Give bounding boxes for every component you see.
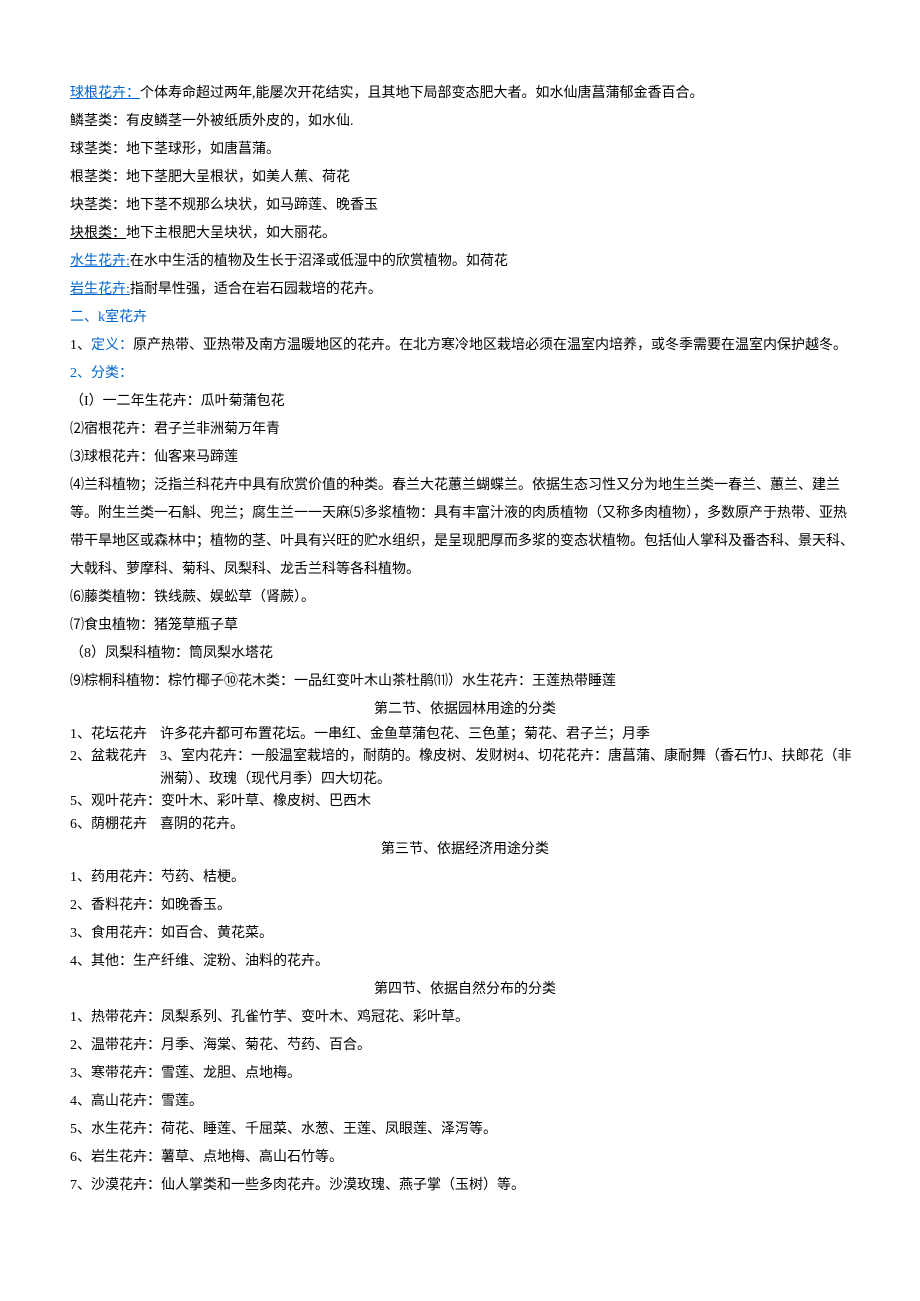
blue-text: 定义： (91, 338, 133, 353)
para: 块茎类：地下茎不规那么块状，如马蹄莲、晚香玉 (70, 192, 860, 220)
para: 3、寒带花卉：雪莲、龙胆、点地梅。 (70, 1060, 860, 1088)
para: ⑵宿根花卉：君子兰非洲菊万年青 (70, 416, 860, 444)
para: 鳞茎类：有皮鳞茎一外被纸质外皮的，如水仙. (70, 108, 860, 136)
link-aquatic[interactable]: 水生花卉: (70, 254, 130, 269)
para: 3、食用花卉：如百合、黄花菜。 (70, 920, 860, 948)
para: 7、沙漠花卉：仙人掌类和一些多肉花卉。沙漠玫瑰、燕子掌（玉树）等。 (70, 1172, 860, 1200)
row-1: 1、花坛花卉 许多花卉都可布置花坛。一串红、金鱼草蒲包花、三色堇；菊花、君子兰；… (70, 724, 860, 746)
para: ⑺食虫植物：猪笼草瓶子草 (70, 612, 860, 640)
para: ⑷兰科植物；泛指兰科花卉中具有欣赏价值的种类。春兰大花蕙兰蝴蝶兰。依据生态习性又… (70, 472, 860, 584)
para: ⑼棕桐科植物：棕竹椰子⑩花木类：一品红变叶木山茶杜鹃⑾）水生花卉：王莲热带睡莲 (70, 668, 860, 696)
link-rock[interactable]: 岩生花卉: (70, 282, 130, 297)
underline-text: 块根类： (70, 226, 126, 241)
section-2-title: 第二节、依据园林用途的分类 (70, 696, 860, 724)
content: 许多花卉都可布置花坛。一串红、金鱼草蒲包花、三色堇；菊花、君子兰；月季 (160, 724, 860, 746)
text: 地下主根肥大呈块状，如大丽花。 (126, 226, 336, 241)
para: 根茎类：地下茎肥大呈根状，如美人蕉、荷花 (70, 164, 860, 192)
row-2: 2、盆栽花卉 3、室内花卉：一般温室栽培的，耐荫的。橡皮树、发财树4、切花花卉：… (70, 746, 860, 791)
para: （8）凤梨科植物：筒凤梨水塔花 (70, 640, 860, 668)
text: 指耐旱性强，适合在岩石园栽培的花卉。 (130, 282, 382, 297)
para: ⑶球根花卉：仙客来马蹄莲 (70, 444, 860, 472)
para: 1、热带花卉：凤梨系列、孔雀竹芋、变叶木、鸡冠花、彩叶草。 (70, 1004, 860, 1032)
para: 水生花卉:在水中生活的植物及生长于沼泽或低湿中的欣赏植物。如荷花 (70, 248, 860, 276)
content: 3、室内花卉：一般温室栽培的，耐荫的。橡皮树、发财树4、切花花卉：唐菖蒲、康耐舞… (160, 746, 860, 791)
para: 4、高山花卉：雪莲。 (70, 1088, 860, 1116)
para-bulb: 球根花卉：个体寿命超过两年,能屡次开花结实，且其地下局部变态肥大者。如水仙唐菖蒲… (70, 80, 860, 108)
label: 1、花坛花卉 (70, 724, 160, 746)
para: 块根类：地下主根肥大呈块状，如大丽花。 (70, 220, 860, 248)
content: 喜阴的花卉。 (160, 814, 860, 836)
para: 2、香料花卉：如晚香玉。 (70, 892, 860, 920)
link-bulb[interactable]: 球根花卉： (70, 86, 140, 101)
section-3-title: 第三节、依据经济用途分类 (70, 836, 860, 864)
para: 岩生花卉:指耐旱性强，适合在岩石园栽培的花卉。 (70, 276, 860, 304)
num: 二、 (70, 310, 98, 325)
heading-2: 二、k室花卉 (70, 304, 860, 332)
para: 2、温带花卉：月季、海棠、菊花、芍药、百合。 (70, 1032, 860, 1060)
text: 原产热带、亚热带及南方温暖地区的花卉。在北方寒冷地区栽培必须在温室内培养，或冬季… (133, 338, 847, 353)
para: 4、其他：生产纤维、淀粉、油料的花卉。 (70, 948, 860, 976)
label: 6、荫棚花卉 (70, 814, 160, 836)
para-classify: 2、分类： (70, 360, 860, 388)
para: 1、药用花卉：芍药、桔梗。 (70, 864, 860, 892)
section-4-title: 第四节、依据自然分布的分类 (70, 976, 860, 1004)
para: （I）一二年生花卉：瓜叶菊蒲包花 (70, 388, 860, 416)
text: 在水中生活的植物及生长于沼泽或低湿中的欣赏植物。如荷花 (130, 254, 508, 269)
num: 1、 (70, 338, 91, 353)
para-def: 1、定义：原产热带、亚热带及南方温暖地区的花卉。在北方寒冷地区栽培必须在温室内培… (70, 332, 860, 360)
text: 个体寿命超过两年,能屡次开花结实，且其地下局部变态肥大者。如水仙唐菖蒲郁金香百合… (140, 86, 704, 101)
para: 5、水生花卉：荷花、睡莲、千屈菜、水葱、王莲、凤眼莲、泽泻等。 (70, 1116, 860, 1144)
para: ⑹藤类植物：铁线蕨、娱蚣草（肾蕨）。 (70, 584, 860, 612)
para: 6、岩生花卉：薯草、点地梅、高山石竹等。 (70, 1144, 860, 1172)
label: 2、盆栽花卉 (70, 746, 160, 768)
text: k室花卉 (98, 310, 147, 325)
row-6: 6、荫棚花卉 喜阴的花卉。 (70, 814, 860, 836)
para: 5、观叶花卉：变叶木、彩叶草、橡皮树、巴西木 (70, 791, 860, 813)
para: 球茎类：地下茎球形，如唐菖蒲。 (70, 136, 860, 164)
